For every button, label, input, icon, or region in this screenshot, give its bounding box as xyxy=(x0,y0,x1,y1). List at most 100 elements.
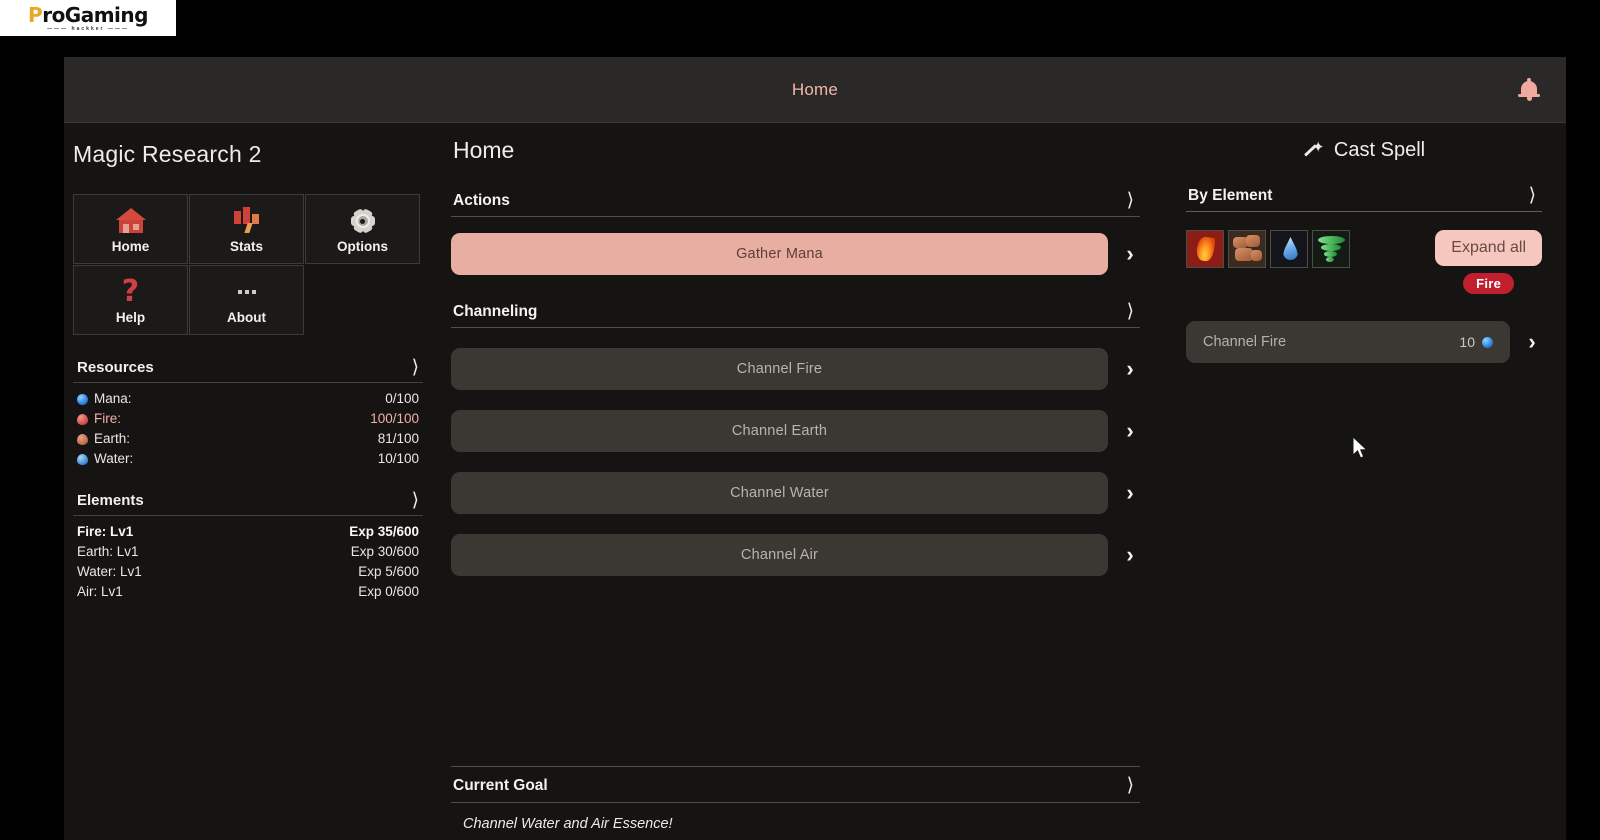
element-tile-earth[interactable] xyxy=(1228,230,1266,268)
sidebar-item-label: Options xyxy=(337,239,388,254)
channel-fire-button[interactable]: Channel Fire xyxy=(451,348,1108,390)
element-exp: Exp 0/600 xyxy=(358,584,419,599)
sidebar-item-label: Stats xyxy=(229,239,263,254)
gear-icon xyxy=(349,204,377,238)
list-item: Water: Lv1 Exp 5/600 xyxy=(73,562,423,582)
fire-icon xyxy=(1195,235,1216,263)
water-orb-icon xyxy=(77,453,88,465)
bell-icon xyxy=(1518,77,1540,102)
page-title: Home xyxy=(453,137,515,163)
left-sidebar: Magic Research 2 Home Stats Options ? He… xyxy=(64,123,439,840)
resources-title: Resources xyxy=(77,359,154,376)
chevron-right-icon[interactable]: › xyxy=(1522,329,1542,355)
elements-title: Elements xyxy=(77,492,144,509)
sidebar-item-help[interactable]: ? Help xyxy=(73,265,188,335)
element-tile-water[interactable] xyxy=(1270,230,1308,268)
chevron-right-icon[interactable]: › xyxy=(1120,480,1140,506)
channel-water-button[interactable]: Channel Water xyxy=(451,472,1108,514)
current-goal-text: Channel Water and Air Essence! xyxy=(463,816,673,832)
by-element-section-header[interactable]: By Element ⟩ xyxy=(1186,186,1542,212)
fire-orb-icon xyxy=(77,413,88,425)
cast-spell-header[interactable]: ✦ Cast Spell xyxy=(1186,133,1542,162)
sidebar-item-home[interactable]: Home xyxy=(73,194,188,264)
status-badge: Fire xyxy=(1463,273,1515,294)
expand-all-wrapper: Expand all Fire xyxy=(1435,230,1542,294)
stats-icon xyxy=(232,204,262,238)
current-goal-block: Current Goal ⟩ Channel Water and Air Ess… xyxy=(451,766,1140,840)
element-exp: Exp 35/600 xyxy=(349,524,419,539)
chevron-right-icon[interactable]: › xyxy=(1120,241,1140,267)
list-item: Earth: 81/100 xyxy=(73,429,423,449)
channel-earth-button[interactable]: Channel Earth xyxy=(451,410,1108,452)
resources-section-header[interactable]: Resources ⟩ xyxy=(73,358,423,383)
question-mark-icon: ? xyxy=(121,274,140,309)
by-element-title: By Element xyxy=(1188,186,1273,204)
actions-title: Actions xyxy=(453,191,510,209)
water-icon xyxy=(1283,237,1298,260)
chevron-down-icon[interactable]: ⟩ xyxy=(412,358,419,377)
list-item: Mana: 0/100 xyxy=(73,389,423,409)
list-item: Air: Lv1 Exp 0/600 xyxy=(73,582,423,602)
magic-wand-icon: ✦ xyxy=(1303,140,1325,162)
element-label: Air: Lv1 xyxy=(77,584,123,599)
content-columns: Magic Research 2 Home Stats Options ? He… xyxy=(64,123,1566,840)
spell-cost: 10 xyxy=(1459,334,1493,350)
mana-orb-icon xyxy=(77,393,88,405)
element-label: Earth: Lv1 xyxy=(77,544,139,559)
element-filter-row: Expand all Fire xyxy=(1186,230,1542,294)
cast-spell-label: Cast Spell xyxy=(1333,139,1426,161)
current-goal-header[interactable]: Current Goal ⟩ xyxy=(451,766,1140,803)
channel-air-button[interactable]: Channel Air xyxy=(451,534,1108,576)
mana-orb-icon xyxy=(1482,336,1493,348)
logo-initial: P xyxy=(28,2,43,27)
expand-all-button[interactable]: Expand all xyxy=(1435,230,1542,266)
channel-row-air: Channel Air › xyxy=(451,534,1140,576)
channel-row-water: Channel Water › xyxy=(451,472,1140,514)
channel-row-earth: Channel Earth › xyxy=(451,410,1140,452)
resource-label: Fire: xyxy=(94,411,121,426)
spell-channel-fire-button[interactable]: Channel Fire 10 xyxy=(1186,321,1510,363)
notifications-button[interactable] xyxy=(1518,57,1540,122)
resource-value: 100/100 xyxy=(370,411,419,426)
app-window: Home Magic Research 2 Home Stats Options… xyxy=(64,57,1566,840)
game-title: Magic Research 2 xyxy=(73,141,262,167)
chevron-down-icon[interactable]: ⟩ xyxy=(1529,186,1536,205)
resource-label: Earth: xyxy=(94,431,131,446)
sidebar-item-about[interactable]: About xyxy=(189,265,304,335)
elements-section-header[interactable]: Elements ⟩ xyxy=(73,491,423,516)
element-tile-air[interactable] xyxy=(1312,230,1350,268)
sidebar-item-label: Help xyxy=(115,310,146,325)
earth-orb-icon xyxy=(77,433,88,445)
element-tile-fire[interactable] xyxy=(1186,230,1224,268)
chevron-right-icon[interactable]: › xyxy=(1120,356,1140,382)
resource-value: 10/100 xyxy=(377,451,419,466)
gather-mana-button[interactable]: Gather Mana xyxy=(451,233,1108,275)
chevron-down-icon[interactable]: ⟩ xyxy=(412,491,419,510)
list-item: Earth: Lv1 Exp 30/600 xyxy=(73,542,423,562)
chevron-right-icon[interactable]: › xyxy=(1120,418,1140,444)
ellipsis-icon xyxy=(237,275,256,309)
sidebar-item-stats[interactable]: Stats xyxy=(189,194,304,264)
list-item: Fire: Lv1 Exp 35/600 xyxy=(73,522,423,542)
sidebar-nav-grid: Home Stats Options ? Help About xyxy=(73,194,423,336)
element-exp: Exp 30/600 xyxy=(350,544,419,559)
element-label: Fire: Lv1 xyxy=(77,524,134,539)
element-tiles xyxy=(1186,230,1350,268)
resource-label: Mana: xyxy=(94,391,132,406)
elements-list: Fire: Lv1 Exp 35/600 Earth: Lv1 Exp 30/6… xyxy=(73,522,423,602)
chevron-down-icon[interactable]: ⟩ xyxy=(1127,776,1134,795)
logo-wordmark: ProGaming xyxy=(28,5,148,25)
right-panel: ✦ Cast Spell By Element ⟩ Expand all Fir… xyxy=(1174,123,1566,840)
chevron-down-icon[interactable]: ⟩ xyxy=(1127,191,1134,210)
sidebar-item-label: Home xyxy=(111,239,150,254)
element-exp: Exp 5/600 xyxy=(358,564,419,579)
sidebar-item-options[interactable]: Options xyxy=(305,194,420,264)
actions-section-header[interactable]: Actions ⟩ xyxy=(451,191,1140,217)
chevron-right-icon[interactable]: › xyxy=(1120,542,1140,568)
nav-current-page-label[interactable]: Home xyxy=(64,80,1566,100)
chevron-down-icon[interactable]: ⟩ xyxy=(1127,302,1134,321)
element-label: Water: Lv1 xyxy=(77,564,142,579)
logo-rest: roGaming xyxy=(42,2,148,27)
browser-logo-chip: ProGaming ——— hackker ——— xyxy=(0,0,176,36)
channeling-section-header[interactable]: Channeling ⟩ xyxy=(451,302,1140,328)
